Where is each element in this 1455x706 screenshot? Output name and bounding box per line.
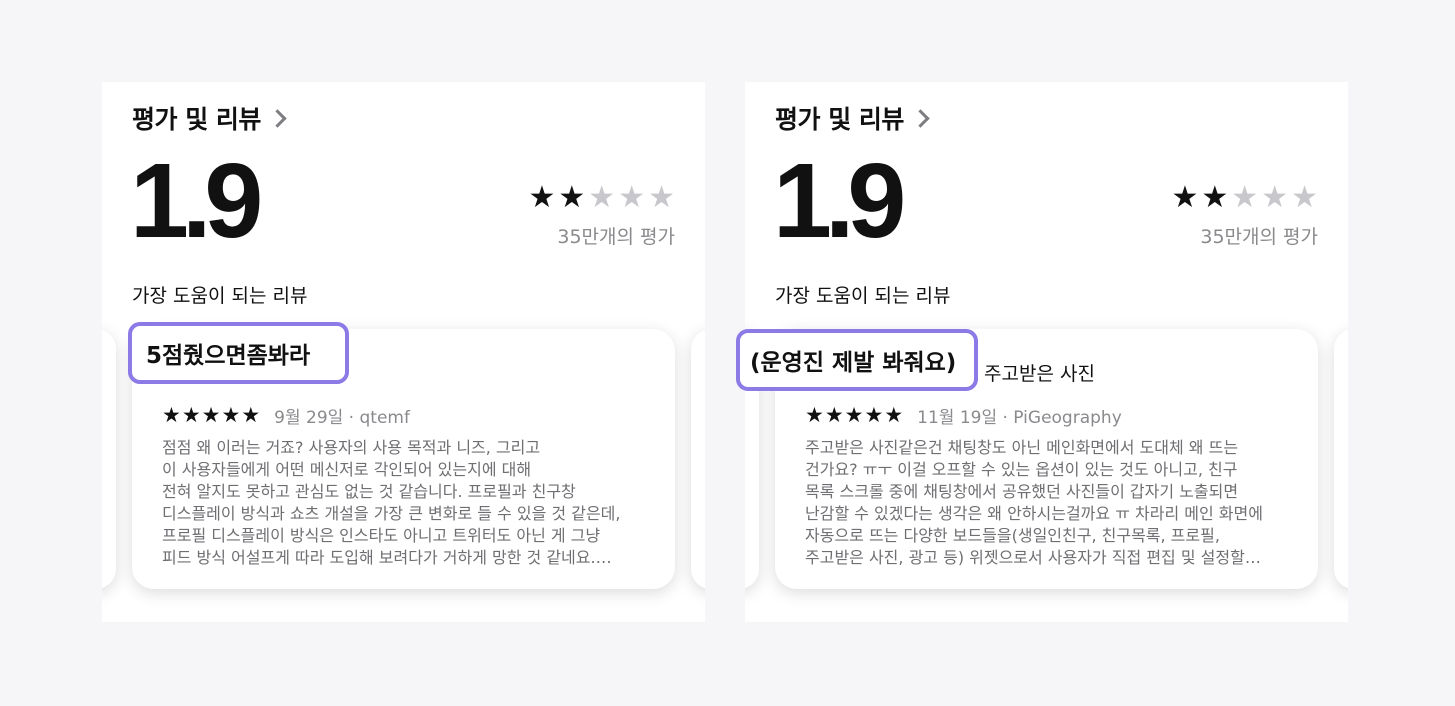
rating-count: 35만개의 평가 — [557, 226, 675, 248]
star-filled-icon: ★ — [162, 403, 181, 427]
average-rating: 1.9 — [773, 142, 906, 260]
average-rating: 1.9 — [130, 142, 263, 260]
review-body-line: 프로필 디스플레이 방식은 인스타도 아니고 트위터도 아닌 게 그냥 — [162, 526, 601, 545]
ratings-reviews-header[interactable]: 평가 및 리뷰 — [775, 100, 930, 136]
review-body-line: 디스플레이 방식과 쇼츠 개설을 가장 큰 변화로 들 수 있을 것 같은데, — [162, 504, 621, 523]
next-review-card[interactable] — [1334, 329, 1348, 589]
star-empty-icon: ★ — [618, 180, 646, 215]
review-body-line: 전혀 알지도 못하고 관심도 없는 것 같습니다. 프로필과 친구창 — [162, 482, 576, 501]
star-filled-icon: ★ — [181, 403, 201, 427]
star-filled-icon: ★ — [824, 403, 844, 427]
chevron-right-icon[interactable] — [268, 109, 287, 128]
review-title-text: 주고받은 사진 — [984, 363, 1095, 385]
review-date-author: 9월 29일 · qtemf — [274, 408, 410, 428]
star-filled-icon: ★ — [221, 403, 241, 427]
review-body: 주고받은 사진같은건 채팅창도 아닌 메인화면에서 도대체 왜 뜨는건가요? ㅠ… — [805, 437, 1295, 569]
star-empty-icon: ★ — [1231, 180, 1259, 215]
review-body: 점점 왜 이러는 거죠? 사용자의 사용 목적과 니즈, 그리고 이 사용자들에… — [162, 437, 652, 569]
review-body-line: 피드 방식 어설프게 따라 도입해 보려다가 거하게 망한 것 같네요.… — [162, 548, 612, 567]
highlight-annotation: (운영진 제발 봐줘요) — [736, 329, 978, 391]
star-filled-icon: ★ — [201, 403, 221, 427]
next-review-card[interactable] — [691, 329, 705, 589]
review-meta: ★ ★ ★ ★ ★ 9월 29일 · qtemf — [162, 403, 410, 429]
star-empty-icon: ★ — [1291, 180, 1318, 215]
review-body-line: 자동으로 뜨는 다양한 보드들을(생일인친구, 친구목록, 프로필, — [805, 526, 1220, 545]
rating-count: 35만개의 평가 — [1200, 226, 1318, 248]
star-empty-icon: ★ — [1261, 180, 1289, 215]
star-empty-icon: ★ — [648, 180, 675, 215]
chevron-right-icon[interactable] — [911, 109, 930, 128]
review-stars: ★ ★ ★ ★ ★ — [162, 405, 260, 426]
star-filled-icon: ★ — [864, 403, 884, 427]
ratings-reviews-header[interactable]: 평가 및 리뷰 — [132, 100, 287, 136]
star-filled-icon: ★ — [805, 403, 824, 427]
review-meta: ★ ★ ★ ★ ★ 11월 19일 · PiGeography — [805, 403, 1122, 429]
review-date-author: 11월 19일 · PiGeography — [917, 408, 1122, 428]
review-body-line: 주고받은 사진, 광고 등) 위젯으로서 사용자가 직접 편집 및 설정할… — [805, 548, 1261, 567]
section-title: 평가 및 리뷰 — [132, 105, 261, 134]
star-empty-icon: ★ — [588, 180, 616, 215]
star-filled-icon: ★ — [1171, 180, 1199, 215]
star-filled-icon: ★ — [558, 180, 586, 215]
review-body-line: 이 사용자들에게 어떤 메신저로 각인되어 있는지에 대해 — [162, 460, 532, 479]
star-filled-icon: ★ — [884, 403, 904, 427]
previous-review-card[interactable] — [102, 329, 116, 589]
most-helpful-reviews-heading: 가장 도움이 되는 리뷰 — [775, 285, 951, 307]
section-title: 평가 및 리뷰 — [775, 105, 904, 134]
review-body-line: 주고받은 사진같은건 채팅창도 아닌 메인화면에서 도대체 왜 뜨는 — [805, 438, 1239, 457]
star-filled-icon: ★ — [528, 180, 556, 215]
review-body-line: 목록 스크롤 중에 채팅창에서 공유했던 사진들이 갑자기 노출되면 — [805, 482, 1239, 501]
highlight-annotation: 5점줬으면좀봐라 — [128, 322, 349, 384]
rating-stars: ★ ★ ★ ★ ★ — [528, 183, 675, 213]
star-filled-icon: ★ — [241, 403, 261, 427]
star-filled-icon: ★ — [844, 403, 864, 427]
star-filled-icon: ★ — [1201, 180, 1229, 215]
review-title: 주고받은 사진 — [984, 359, 1095, 386]
review-body-line: 건가요? ㅠㅜ 이걸 오프할 수 있는 옵션이 있는 것도 아니고, 친구 — [805, 460, 1238, 479]
most-helpful-reviews-heading: 가장 도움이 되는 리뷰 — [132, 285, 308, 307]
rating-stars: ★ ★ ★ ★ ★ — [1171, 183, 1318, 213]
review-stars: ★ ★ ★ ★ ★ — [805, 405, 903, 426]
review-body-line: 난감할 수 있겠다는 생각은 왜 안하시는걸까요 ㅠ 차라리 메인 화면에 — [805, 504, 1263, 523]
review-body-line: 점점 왜 이러는 거죠? 사용자의 사용 목적과 니즈, 그리고 — [162, 438, 541, 457]
